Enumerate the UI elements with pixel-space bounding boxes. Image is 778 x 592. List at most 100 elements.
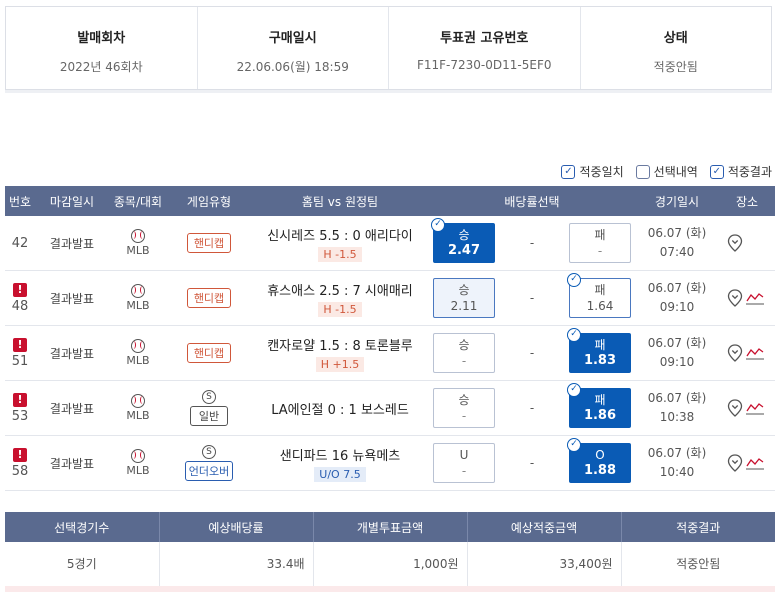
special-badge: S — [202, 445, 216, 459]
league-name: MLB — [126, 299, 150, 312]
odds-away-button[interactable]: ✓ 패 1.86 — [567, 383, 631, 428]
baseball-icon — [131, 229, 145, 243]
odds-away-button[interactable]: 패- — [569, 223, 631, 263]
table-row: ! 48 결과발표 MLB 핸디캡 휴스애스 2.5 : 7 시애매리 H -1.5… — [5, 271, 775, 326]
baseball-icon — [131, 449, 145, 463]
odds-draw: - — [529, 346, 535, 360]
match-score: 신시레즈 5.5 : 0 애리다이 — [267, 228, 413, 244]
location-pin-icon[interactable] — [727, 344, 743, 362]
odds-label: 승 — [458, 393, 470, 407]
game-hour: 10:38 — [659, 410, 695, 424]
league-name: MLB — [126, 354, 150, 367]
status-value: 적중안됨 — [653, 60, 698, 74]
info-divider — [5, 90, 772, 93]
trend-chart-icon[interactable] — [745, 401, 765, 415]
game-date: 06.07 (화) — [647, 336, 707, 350]
trend-chart-icon[interactable] — [745, 291, 765, 305]
check-circle-icon: ✓ — [567, 328, 581, 342]
close-status: 결과발표 — [49, 401, 95, 416]
odds-home-button[interactable]: ✓ 승 2.47 — [431, 218, 495, 263]
odds-value: 2.11 — [450, 299, 478, 313]
odds-value: - — [461, 354, 467, 368]
alert-icon: ! — [13, 282, 27, 297]
close-status: 결과발표 — [49, 456, 95, 471]
legend: ✓ 적중일치 선택내역 ✓ 적중결과 — [561, 163, 772, 180]
handicap-value: H -1.5 — [318, 246, 362, 262]
ticket-id: 투표권 고유번호 F11F-7230-0D11-5EF0 — [389, 7, 581, 89]
location-pin-icon[interactable] — [727, 234, 743, 252]
odds-value: - — [597, 244, 603, 258]
odds-label: 패 — [594, 283, 606, 297]
legend-selection[interactable]: 선택내역 — [635, 163, 698, 180]
checkbox-checked-icon[interactable]: ✓ — [709, 164, 724, 179]
match-score: 휴스애스 2.5 : 7 시애매리 — [267, 283, 413, 299]
trend-chart-icon[interactable] — [745, 456, 765, 470]
game-date: 06.07 (화) — [647, 281, 707, 295]
header-type: 게임유형 — [186, 194, 232, 209]
header-odds: 배당률선택 — [504, 194, 560, 209]
odds-home-button[interactable]: 승- — [433, 333, 495, 373]
round-label: 발매회차 — [77, 31, 126, 46]
legend-result-label: 적중결과 — [727, 165, 772, 179]
odds-draw: - — [529, 236, 535, 250]
match-score: 캔자로얄 1.5 : 8 토론블루 — [267, 338, 413, 354]
match-score: 샌디파드 16 뉴욕메츠 — [279, 448, 401, 464]
game-date: 06.07 (화) — [647, 391, 707, 405]
odds-value: - — [461, 464, 467, 478]
round-value: 2022년 46회차 — [59, 60, 143, 74]
bottom-strip — [5, 586, 775, 592]
odds-draw: - — [529, 291, 535, 305]
checkbox-unchecked-icon[interactable] — [635, 164, 650, 179]
odds-draw: - — [529, 456, 535, 470]
checkbox-checked-icon[interactable]: ✓ — [561, 164, 576, 179]
summary-win: 33,400원 — [467, 542, 622, 587]
odds-home-button[interactable]: 승 2.11 — [433, 278, 495, 318]
legend-result[interactable]: ✓ 적중결과 — [709, 163, 772, 180]
odds-over-button[interactable]: ✓ O 1.88 — [567, 438, 631, 483]
purchase-label: 구매일시 — [268, 31, 317, 46]
game-type-tag: 핸디캡 — [186, 288, 232, 308]
game-type-tag: 핸디캡 — [186, 343, 232, 363]
games-table: 번호 마감일시 종목/대회 게임유형 홈팀 vs 원정팀 배당률선택 경기일시 … — [5, 186, 775, 491]
location-pin-icon[interactable] — [727, 289, 743, 307]
header-time: 경기일시 — [654, 194, 700, 209]
odds-value: 1.83 — [583, 353, 617, 368]
odds-home-button[interactable]: 승- — [433, 388, 495, 428]
odds-under-button[interactable]: U- — [433, 443, 495, 483]
summary-header-bet: 개별투표금액 — [313, 512, 468, 542]
league-name: MLB — [126, 409, 150, 422]
summary-games: 5경기 — [5, 542, 160, 587]
game-hour: 10:40 — [659, 465, 695, 479]
odds-label: 패 — [594, 228, 606, 242]
check-circle-icon: ✓ — [567, 383, 581, 397]
odds-away-button[interactable]: ✓ 패 1.64 — [567, 273, 631, 318]
ticket-info: 발매회차 2022년 46회차 구매일시 22.06.06(월) 18:59 투… — [5, 6, 772, 90]
game-number: 42 — [11, 235, 29, 251]
game-type-tag: 언더오버 — [184, 461, 234, 481]
games-header: 번호 마감일시 종목/대회 게임유형 홈팀 vs 원정팀 배당률선택 경기일시 … — [5, 186, 775, 216]
ticket-purchase: 구매일시 22.06.06(월) 18:59 — [198, 7, 389, 89]
game-number: 48 — [11, 298, 29, 314]
table-row: ! 53 결과발표 MLB S 일반 LA에인절 0 : 1 보스레드 승- - ✓… — [5, 381, 775, 436]
game-type-tag: 일반 — [189, 406, 229, 426]
match-score: LA에인절 0 : 1 보스레드 — [271, 402, 409, 418]
location-pin-icon[interactable] — [727, 399, 743, 417]
table-row: ! 58 결과발표 MLB S 언더오버 샌디파드 16 뉴욕메츠 U/O 7.5 U… — [5, 436, 775, 491]
summary-bet: 1,000원 — [313, 542, 468, 587]
header-match: 홈팀 vs 원정팀 — [301, 194, 379, 209]
check-circle-icon: ✓ — [567, 273, 581, 287]
id-value: F11F-7230-0D11-5EF0 — [416, 58, 552, 72]
trend-chart-icon[interactable] — [745, 346, 765, 360]
legend-hit[interactable]: ✓ 적중일치 — [561, 163, 624, 180]
odds-label: O — [595, 448, 605, 462]
legend-selection-label: 선택내역 — [653, 165, 698, 179]
ticket-round: 발매회차 2022년 46회차 — [6, 7, 198, 89]
summary-header-games: 선택경기수 — [5, 512, 160, 542]
alert-icon: ! — [13, 392, 27, 407]
handicap-value: H -1.5 — [318, 301, 362, 317]
odds-away-button[interactable]: ✓ 패 1.83 — [567, 328, 631, 373]
location-pin-icon[interactable] — [727, 454, 743, 472]
odds-value: - — [461, 409, 467, 423]
league-name: MLB — [126, 244, 150, 257]
odds-label: 승 — [458, 228, 470, 242]
